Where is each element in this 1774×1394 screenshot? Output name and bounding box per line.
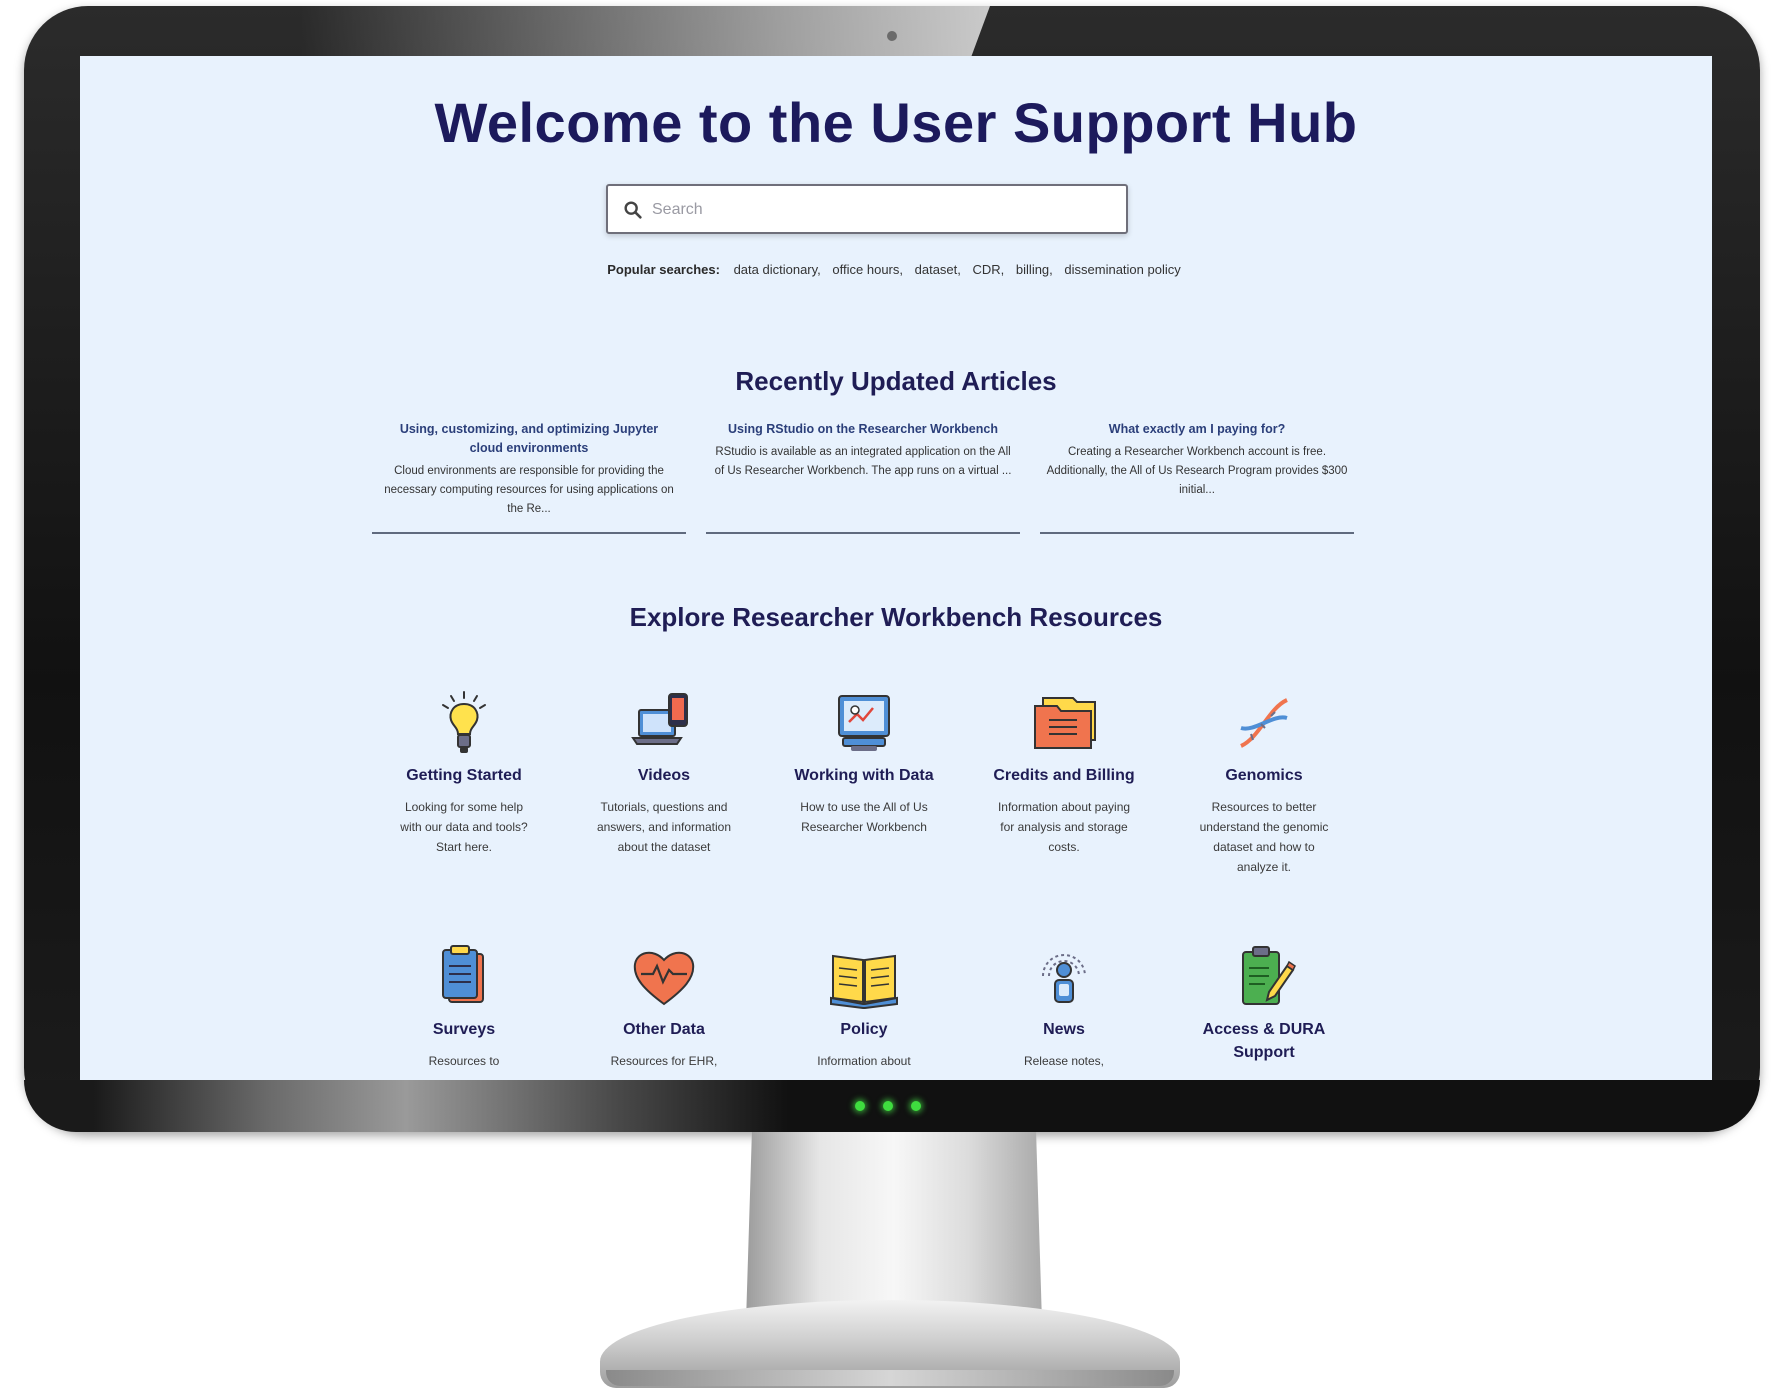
article-title[interactable]: Using RStudio on the Researcher Workbenc… [706,420,1020,439]
resource-description: Information about paying for analysis an… [997,800,1131,854]
resource-card-news[interactable]: News Release notes, [974,942,1154,1071]
heart-icon [633,951,695,1006]
page-title: Welcome to the User Support Hub [434,91,1358,154]
article-card[interactable]: What exactly am I paying for? Creating a… [1040,420,1354,534]
resource-title[interactable]: Working with Data [774,764,954,787]
search-box[interactable] [606,184,1128,234]
resource-description: Information about [817,1054,911,1068]
book-icon [830,954,898,1009]
resource-description: Release notes, [1023,1054,1105,1068]
explore-resources-heading: Explore Researcher Workbench Resources [629,602,1163,632]
status-led [883,1101,893,1111]
support-hub-page: Welcome to the User Support Hub Popular … [80,56,1712,1080]
resource-description: How to use the All of Us Researcher Work… [800,800,928,834]
laptop-phone-icon [631,693,688,745]
resource-description: Resources to better understand the genom… [1199,800,1329,874]
popular-search-link[interactable]: billing, [1016,262,1053,277]
popular-search-link[interactable]: data dictionary, [734,262,821,277]
dna-icon [1240,698,1288,748]
article-card[interactable]: Using RStudio on the Researcher Workbenc… [706,420,1020,534]
article-excerpt: Cloud environments are responsible for p… [384,465,674,515]
resource-title[interactable]: Other Data [574,1018,754,1041]
article-title[interactable]: Using, customizing, and optimizing Jupyt… [372,420,686,458]
popular-search-link[interactable]: CDR, [973,262,1005,277]
monitor-stand-neck [746,1132,1042,1322]
popular-searches-label: Popular searches: [607,262,720,277]
resource-description: Tutorials, questions and answers, and in… [596,800,732,854]
lightbulb-icon [442,691,486,753]
article-title[interactable]: What exactly am I paying for? [1040,420,1354,439]
resource-description: Resources for EHR, [610,1054,718,1068]
popular-search-link[interactable]: dataset, [915,262,961,277]
resource-title[interactable]: Credits and Billing [974,764,1154,787]
popular-search-link[interactable]: office hours, [832,262,903,277]
resource-title[interactable]: Getting Started [374,764,554,787]
webcam-dot [887,31,897,41]
resource-title[interactable]: Policy [774,1018,954,1041]
clipboard-icon [442,945,484,1003]
resource-description: Resources to [428,1054,500,1068]
resource-card-policy[interactable]: Policy Information about [774,942,954,1071]
article-excerpt: Creating a Researcher Workbench account … [1046,446,1348,496]
recent-articles-heading: Recently Updated Articles [735,366,1057,396]
resource-title[interactable]: News [974,1018,1154,1041]
status-led [911,1101,921,1111]
search-input[interactable] [650,195,1114,225]
resource-card-access-dura[interactable]: Access & DURA Support [1174,942,1354,1074]
resource-title[interactable]: Videos [574,764,754,787]
resource-card-genomics[interactable]: Genomics Resources to better understand … [1174,688,1354,877]
popular-search-link[interactable]: dissemination policy [1064,262,1180,277]
article-excerpt: RStudio is available as an integrated ap… [714,446,1012,477]
article-card[interactable]: Using, customizing, and optimizing Jupyt… [372,420,686,534]
resource-description: Looking for some help with our data and … [400,800,528,854]
resource-card-surveys[interactable]: Surveys Resources to [374,942,554,1071]
clipboard-pencil-icon [1242,946,1296,1005]
resource-card-credits-billing[interactable]: Credits and Billing Information about pa… [974,688,1154,857]
monitor-chart-icon [838,695,890,751]
resource-title[interactable]: Surveys [374,1018,554,1041]
status-led [855,1101,865,1111]
resource-title[interactable]: Genomics [1174,764,1354,787]
resource-card-other-data[interactable]: Other Data Resources for EHR, [574,942,754,1071]
popular-searches: Popular searches: data dictionary, offic… [80,262,1712,277]
resource-card-working-with-data[interactable]: Working with Data How to use the All of … [774,688,954,837]
monitor-stand-edge [606,1370,1174,1386]
search-icon [624,201,642,219]
resource-card-videos[interactable]: Videos Tutorials, questions and answers,… [574,688,754,857]
folder-icon [1034,697,1096,749]
resource-card-getting-started[interactable]: Getting Started Looking for some help wi… [374,688,554,857]
resource-title[interactable]: Access & DURA Support [1174,1018,1354,1064]
broadcast-icon [1042,954,1086,1003]
